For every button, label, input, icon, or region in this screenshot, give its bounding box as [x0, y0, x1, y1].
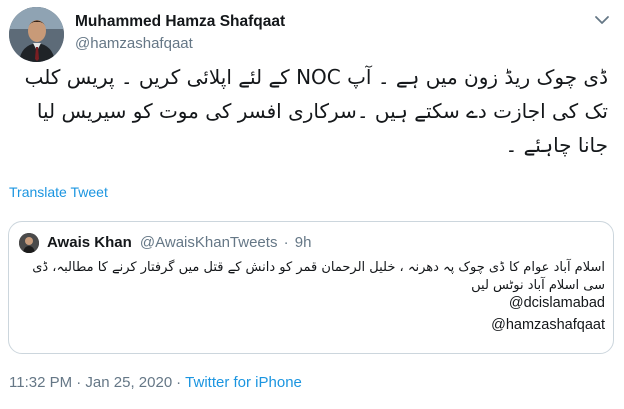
quoted-time-ago[interactable]: 9h: [295, 234, 312, 251]
quoted-mention-dcislamabad[interactable]: @dcislamabad: [509, 295, 605, 311]
author-display-name[interactable]: Muhammed Hamza Shafqaat: [75, 12, 285, 31]
avatar-photo: [9, 7, 64, 62]
quoted-avatar-photo: [19, 233, 39, 253]
quoted-header: Awais Khan @AwaisKhanTweets · 9h: [47, 233, 311, 253]
quoted-tweet[interactable]: Awais Khan @AwaisKhanTweets · 9h اسلام آ…: [8, 221, 614, 354]
tweet-timestamp[interactable]: 11:32 PM · Jan 25, 2020: [9, 374, 172, 391]
author-handle[interactable]: @hamzashafqaat: [75, 34, 285, 54]
quoted-separator: ·: [283, 234, 289, 251]
tweet-meta: 11:32 PM · Jan 25, 2020 · Twitter for iPho…: [9, 374, 302, 391]
quoted-tweet-text: اسلام آباد عوام کا ڈی چوک پہ دھرنہ ، خلی…: [32, 260, 605, 293]
quoted-author-avatar[interactable]: [19, 233, 39, 253]
tweet-source-link[interactable]: Twitter for iPhone: [185, 374, 302, 391]
chevron-down-icon[interactable]: [594, 14, 610, 26]
tweet-card: Muhammed Hamza Shafqaat @hamzashafqaat ڈ…: [0, 0, 624, 409]
quoted-display-name[interactable]: Awais Khan: [47, 234, 132, 251]
tweet-text: ڈی چوک ریڈ زون میں ہے ۔ آپ NOC کے لئے اپ…: [24, 65, 608, 157]
translate-tweet-link[interactable]: Translate Tweet: [9, 184, 108, 200]
meta-separator: ·: [176, 374, 182, 391]
quoted-handle[interactable]: @AwaisKhanTweets: [140, 234, 278, 251]
quoted-mention-hamzashafqaat[interactable]: @hamzashafqaat: [491, 317, 605, 333]
author-info: Muhammed Hamza Shafqaat @hamzashafqaat: [75, 12, 285, 54]
author-avatar[interactable]: [9, 7, 64, 62]
